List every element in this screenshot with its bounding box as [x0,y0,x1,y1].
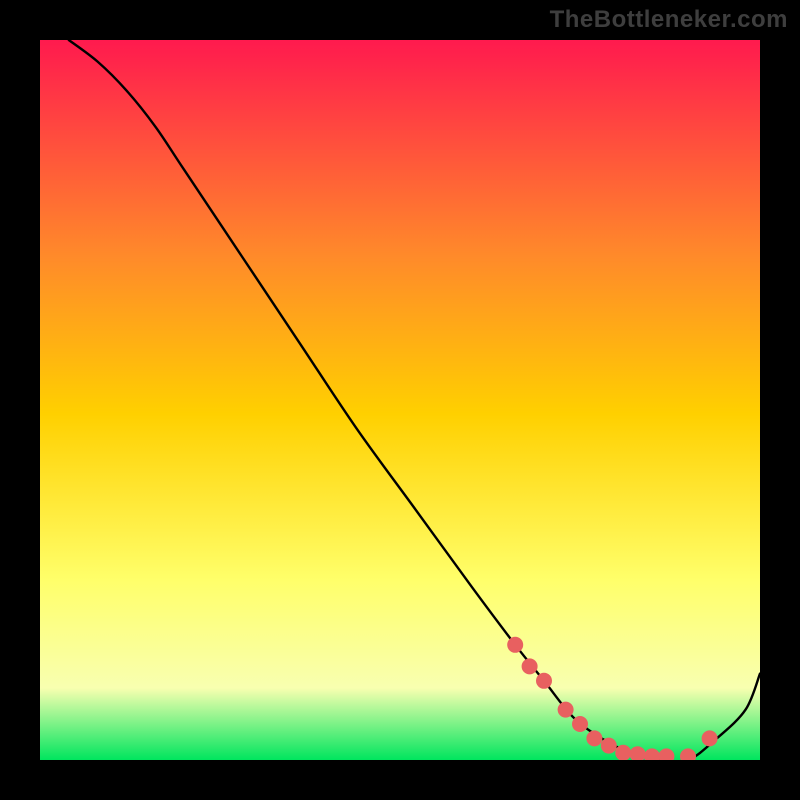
watermark-text: TheBottleneker.com [550,6,788,34]
marker-dot [586,730,602,746]
marker-dot [507,637,523,653]
marker-dot [522,658,538,674]
marker-dot [702,730,718,746]
marker-dot [558,702,574,718]
chart-container: TheBottleneker.com [0,0,800,800]
marker-dot [536,673,552,689]
marker-dot [572,716,588,732]
chart-plot [40,40,760,760]
chart-svg [40,40,760,760]
marker-dot [601,738,617,754]
chart-background [40,40,760,760]
